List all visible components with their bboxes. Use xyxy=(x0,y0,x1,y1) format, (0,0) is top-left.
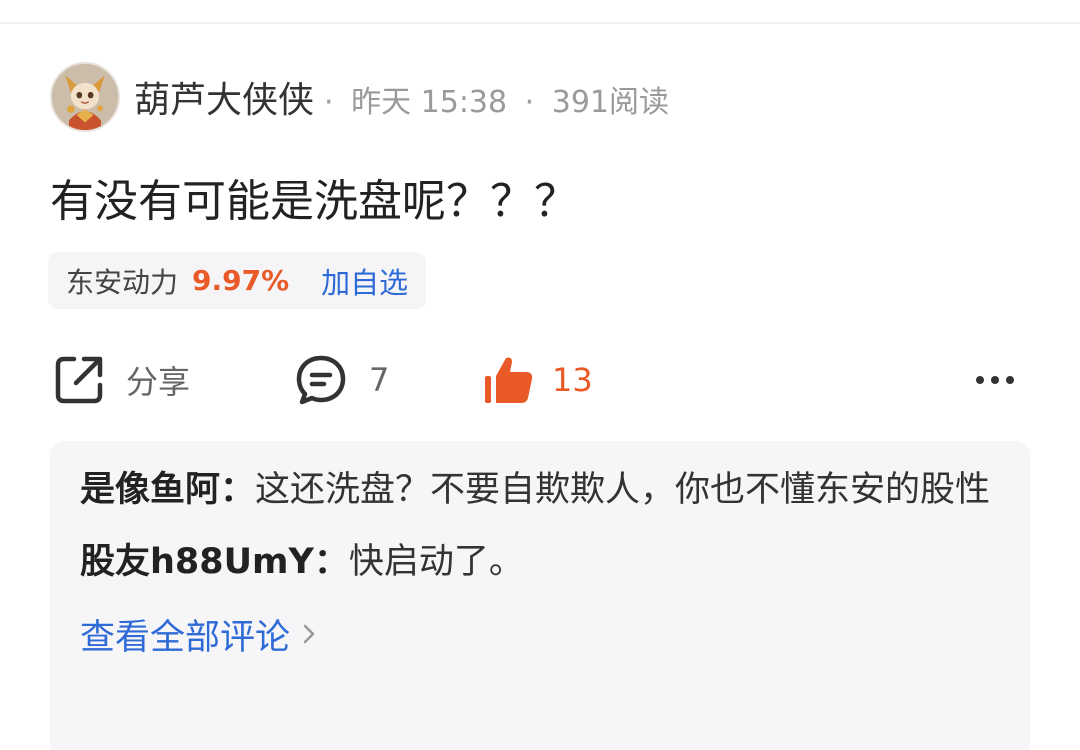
divider xyxy=(0,22,1080,24)
comment-author[interactable]: 股友h88UmY： xyxy=(80,542,349,582)
like-button[interactable]: 13 xyxy=(480,345,593,415)
comment-text: 这还洗盘？不要自欺欺人，你也不懂东安的股性 xyxy=(255,470,991,510)
comment-item[interactable]: 股友h88UmY：快启动了。 xyxy=(80,535,1000,589)
meta-separator: · xyxy=(324,85,334,120)
thumbs-up-icon xyxy=(485,357,533,403)
stock-change: 9.97% xyxy=(192,264,290,297)
comment-button[interactable]: 7 xyxy=(293,345,389,415)
view-all-comments-link[interactable]: 查看全部评论 xyxy=(80,609,1000,659)
add-watchlist-button[interactable]: 加自选 xyxy=(321,260,408,302)
read-count: 391阅读 xyxy=(551,85,670,120)
author-line: 葫芦大侠侠 · 昨天 15:38 · 391阅读 xyxy=(134,71,669,123)
share-label: 分享 xyxy=(126,363,191,401)
comment-count: 7 xyxy=(369,361,390,399)
post-header: 葫芦大侠侠 · 昨天 15:38 · 391阅读 xyxy=(50,61,669,133)
post-meta: · 昨天 15:38 · 391阅读 xyxy=(324,77,669,121)
action-bar: 分享 7 13 xyxy=(0,345,1080,415)
author-name[interactable]: 葫芦大侠侠 xyxy=(134,71,314,123)
comment-author[interactable]: 是像鱼阿： xyxy=(80,470,255,510)
stock-name: 东安动力 xyxy=(66,265,179,299)
more-button[interactable] xyxy=(976,345,1014,415)
post-card: 葫芦大侠侠 · 昨天 15:38 · 391阅读 有没有可能是洗盘呢？？？ 东安… xyxy=(0,0,1080,750)
share-button[interactable]: 分享 xyxy=(52,345,190,415)
like-count: 13 xyxy=(552,361,593,399)
avatar-image xyxy=(52,64,118,130)
more-icon xyxy=(976,345,1014,415)
comment-text: 快启动了。 xyxy=(348,542,524,582)
share-icon xyxy=(55,356,103,404)
comment-item[interactable]: 是像鱼阿：这还洗盘？不要自欺欺人，你也不懂东安的股性 xyxy=(80,463,1000,517)
post-title[interactable]: 有没有可能是洗盘呢？？？ xyxy=(50,165,578,229)
comment-icon xyxy=(296,355,346,405)
view-all-label: 查看全部评论 xyxy=(80,617,291,658)
comments-preview: 是像鱼阿：这还洗盘？不要自欺欺人，你也不懂东安的股性 股友h88UmY：快启动了… xyxy=(50,441,1030,750)
post-time: 昨天 15:38 xyxy=(351,85,508,120)
meta-separator: · xyxy=(524,85,535,120)
stock-tag[interactable]: 东安动力 9.97% 加自选 xyxy=(48,252,427,309)
avatar[interactable] xyxy=(50,62,120,132)
chevron-right-icon xyxy=(303,624,315,644)
